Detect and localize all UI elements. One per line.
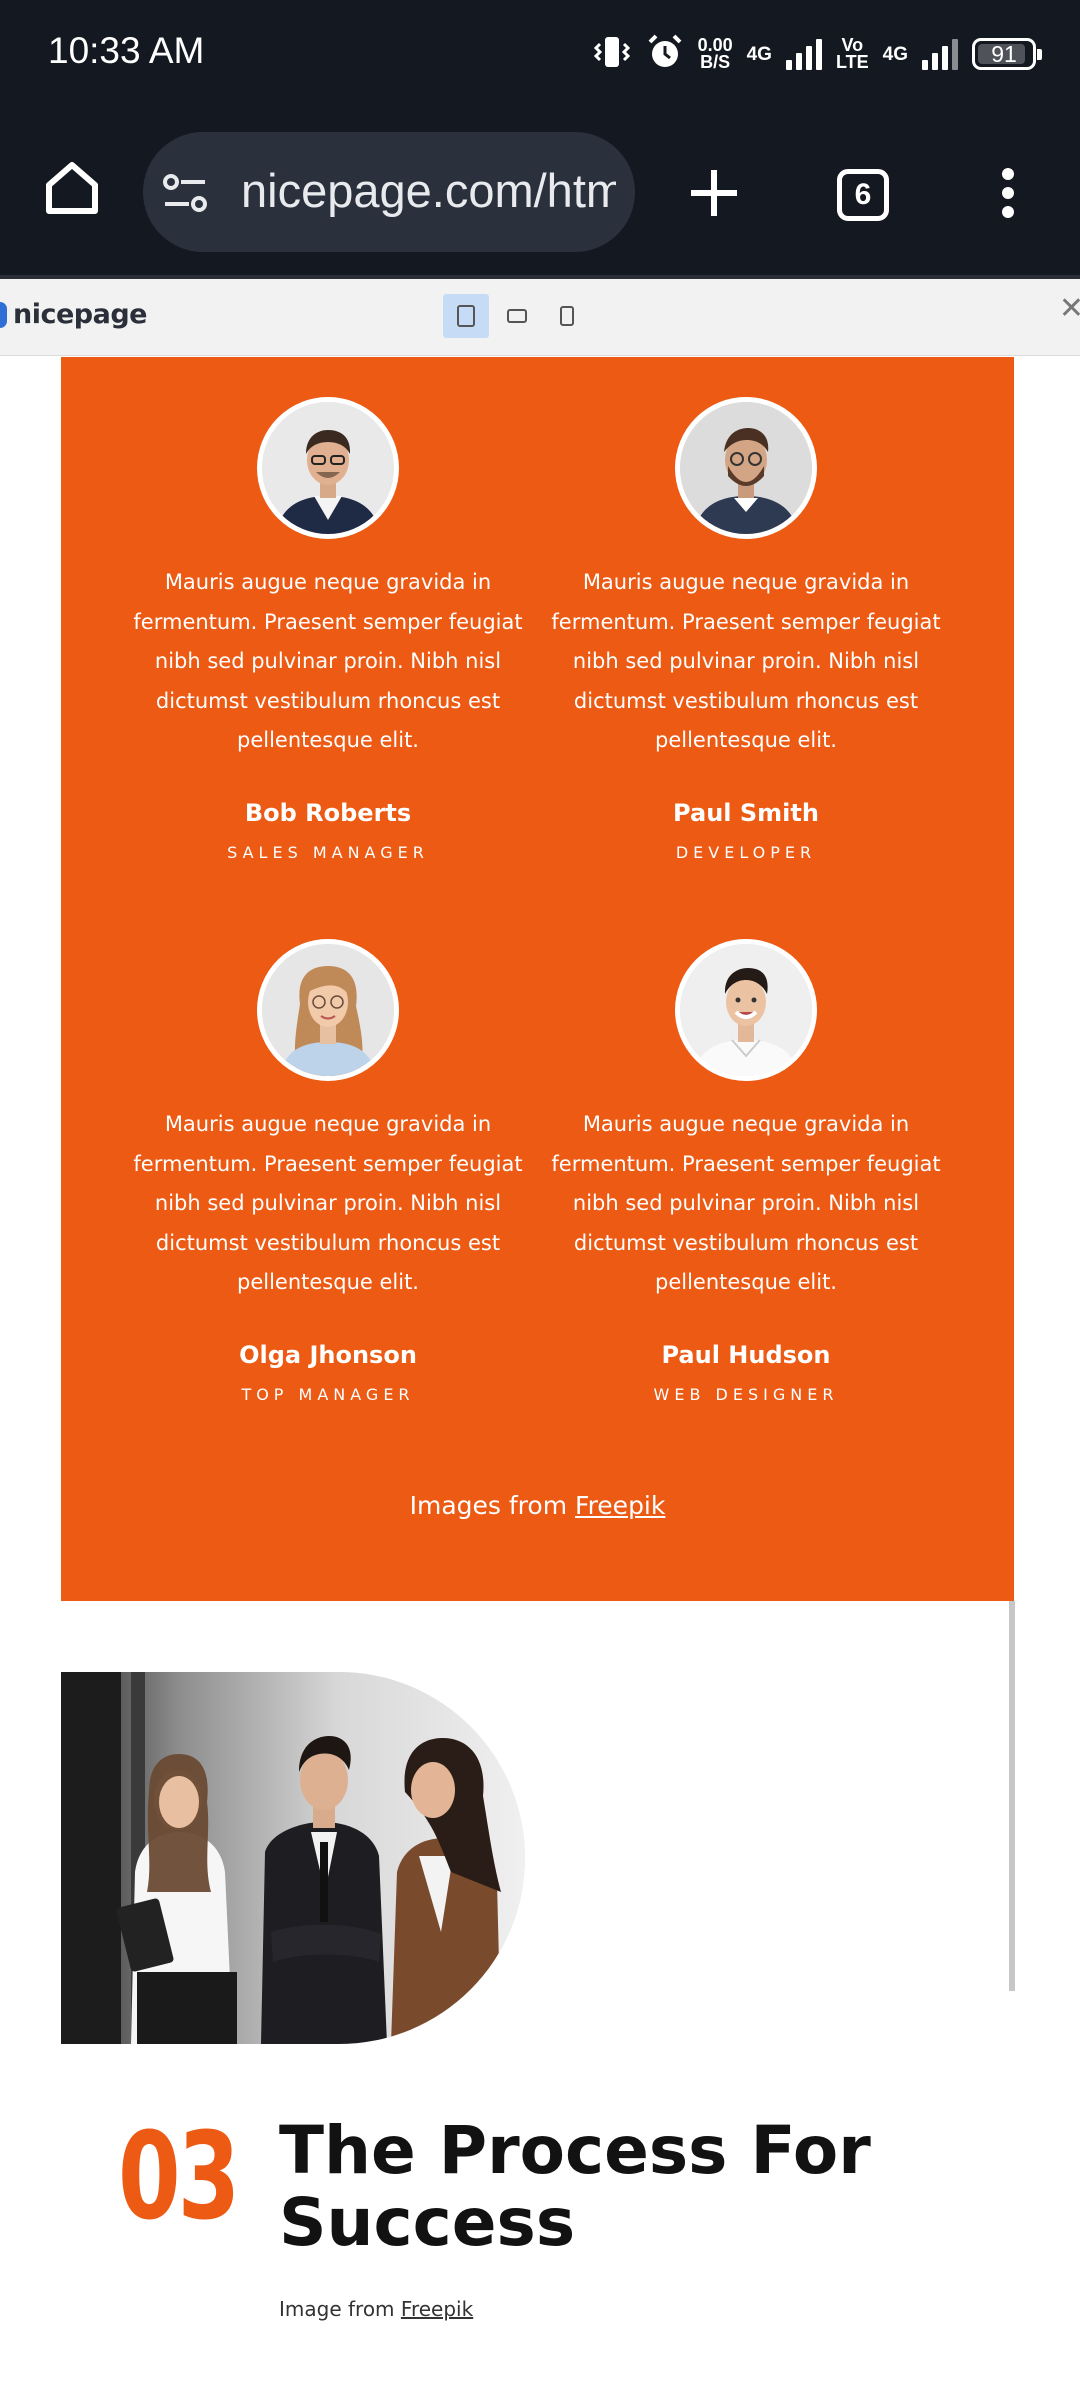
avatar (257, 939, 399, 1081)
member-quote: Mauris augue neque gravida in fermentum.… (551, 570, 941, 752)
new-tab-icon (687, 166, 741, 225)
section-number: 03 (118, 2108, 240, 2247)
tablet-view-button[interactable] (494, 294, 540, 338)
alarm-icon (646, 33, 684, 76)
member-quote: Mauris augue neque gravida in fermentum.… (133, 1112, 523, 1294)
signal-icon (922, 38, 958, 70)
signal-icon (785, 38, 822, 70)
battery-icon: 91 (972, 38, 1042, 70)
battery-percent: 91 (991, 40, 1017, 67)
avatar (257, 397, 399, 539)
sim1-network-type: 4G (746, 43, 772, 65)
tab-switcher-icon: 6 (837, 169, 889, 221)
desktop-icon (457, 305, 475, 327)
home-icon (41, 157, 103, 224)
team-section: Mauris augue neque gravida in fermentum.… (61, 357, 1014, 1601)
scrollbar[interactable] (1009, 1601, 1015, 1991)
team-photo (61, 1672, 525, 2044)
url-text[interactable]: nicepage.com/html (241, 163, 616, 218)
member-name: Paul Smith (673, 798, 819, 827)
phone-icon (560, 306, 574, 326)
more-menu-button[interactable] (980, 155, 1036, 235)
status-bar: 10:33 AM 0.00 B/S 4G Vo LTE 4G 91 (0, 0, 1080, 110)
member-role: TOP MANAGER (241, 1384, 415, 1404)
new-tab-button[interactable] (674, 155, 754, 235)
vibrate-icon (592, 34, 632, 75)
volte-indicator: Vo LTE (835, 35, 869, 72)
browser-toolbar: nicepage.com/html 6 (0, 110, 1080, 275)
team-member: Mauris augue neque gravida in fermentum.… (537, 939, 955, 1404)
image-credit: Image from Freepik (279, 2297, 474, 2321)
desktop-view-button[interactable] (443, 294, 489, 338)
member-role: DEVELOPER (675, 842, 817, 862)
member-name: Paul Hudson (661, 1340, 831, 1369)
preview-bar: nicepage ✕ (0, 279, 1080, 356)
section-title: The Process For Success (279, 2112, 871, 2261)
team-member: Mauris augue neque gravida in fermentum.… (119, 939, 537, 1404)
site-settings-icon[interactable] (161, 170, 217, 223)
tablet-landscape-icon (507, 309, 527, 323)
close-icon[interactable]: ✕ (1059, 291, 1080, 326)
freepik-link[interactable]: Freepik (401, 2297, 473, 2321)
nicepage-logo[interactable]: nicepage (0, 299, 147, 330)
sim2-network-type: 4G (882, 43, 908, 65)
avatar (675, 939, 817, 1081)
phone-view-button[interactable] (544, 294, 590, 338)
images-credit: Images from Freepik (409, 1491, 666, 1520)
nicepage-logo-mark (0, 301, 7, 328)
status-icons: 0.00 B/S 4G Vo LTE 4G 91 (592, 28, 1042, 80)
nicepage-brand: nicepage (13, 299, 147, 330)
more-menu-icon (1000, 166, 1016, 225)
member-role: SALES MANAGER (227, 842, 429, 862)
member-quote: Mauris augue neque gravida in fermentum.… (133, 570, 523, 752)
freepik-link[interactable]: Freepik (575, 1491, 665, 1520)
member-name: Olga Jhonson (239, 1340, 417, 1369)
member-name: Bob Roberts (244, 798, 412, 827)
status-time: 10:33 AM (48, 30, 205, 71)
team-member: Mauris augue neque gravida in fermentum.… (537, 397, 955, 862)
member-quote: Mauris augue neque gravida in fermentum.… (551, 1112, 941, 1294)
avatar (675, 397, 817, 539)
member-role: WEB DESIGNER (653, 1384, 839, 1404)
home-button[interactable] (32, 150, 112, 230)
tab-switcher-button[interactable]: 6 (823, 162, 903, 228)
address-bar[interactable]: nicepage.com/html (143, 132, 635, 252)
network-speed: 0.00 B/S (697, 35, 733, 72)
team-member: Mauris augue neque gravida in fermentum.… (119, 397, 537, 862)
